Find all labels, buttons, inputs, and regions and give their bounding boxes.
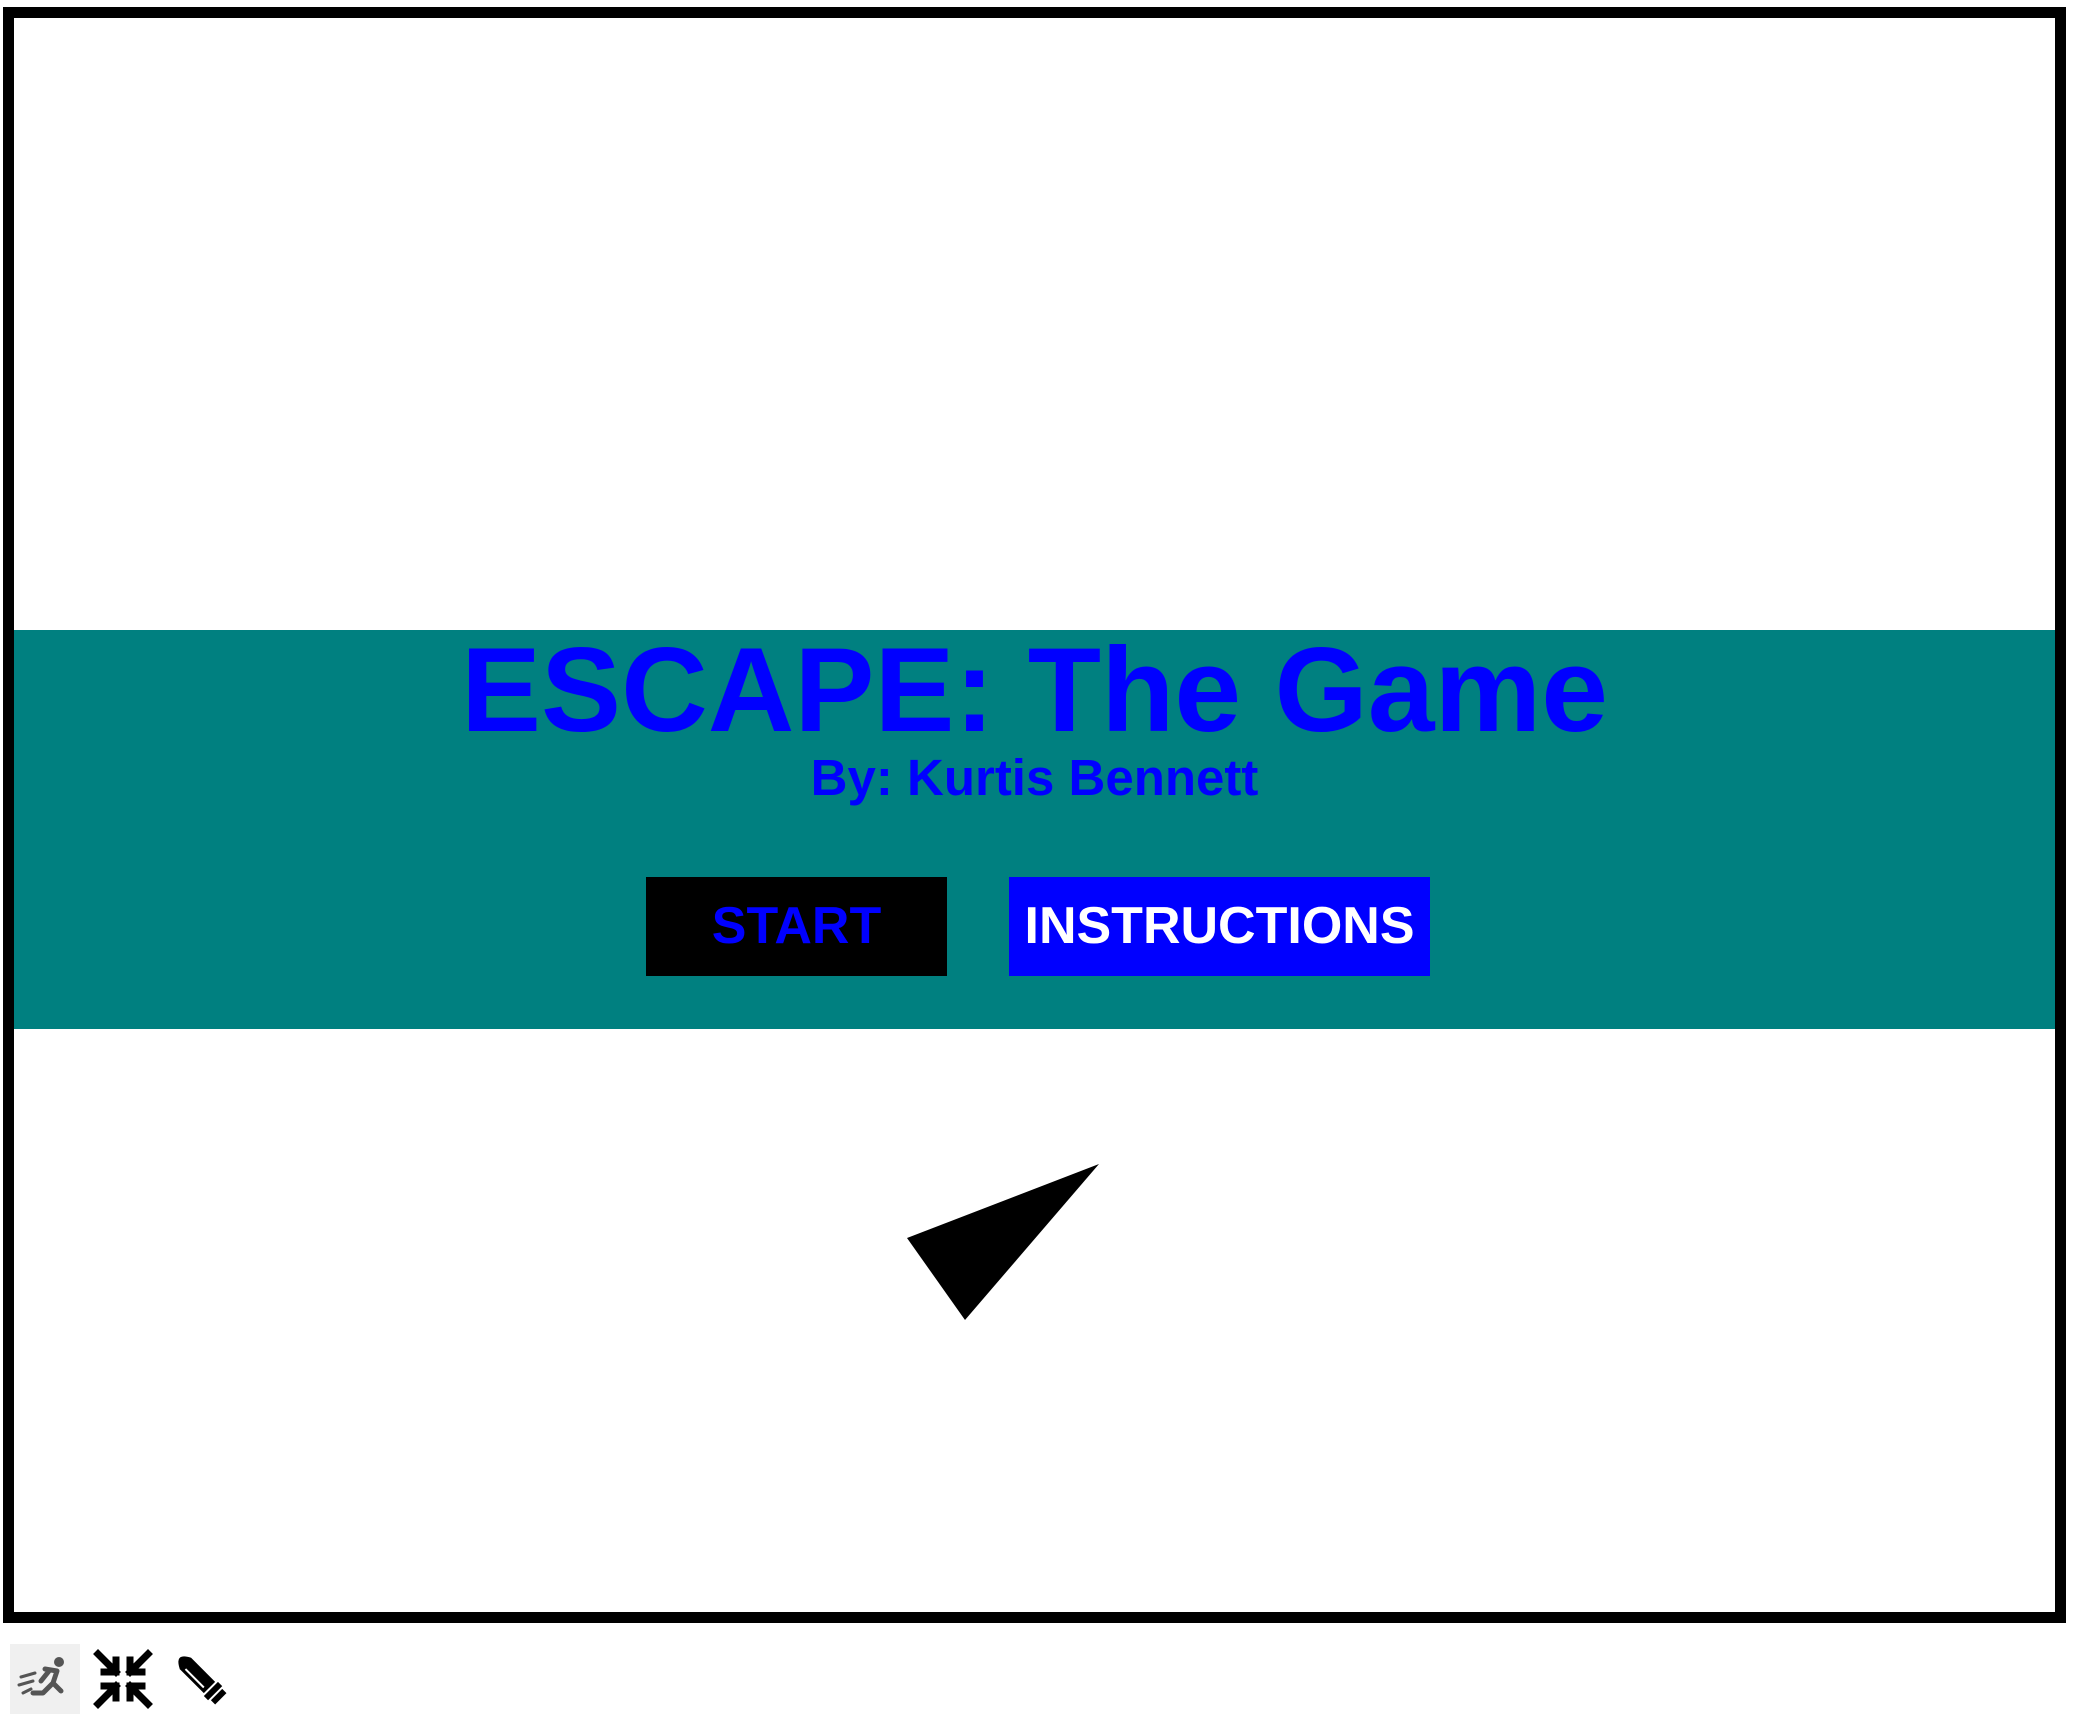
title-banner: ESCAPE: The Game By: Kurtis Bennett STAR…	[14, 630, 2055, 1029]
run-icon[interactable]	[10, 1643, 80, 1714]
player-ship-shape	[907, 1164, 1099, 1320]
bullet-icon[interactable]	[166, 1644, 236, 1714]
game-title: ESCAPE: The Game	[461, 623, 1608, 757]
instructions-button[interactable]: INSTRUCTIONS	[1009, 877, 1430, 976]
game-author: By: Kurtis Bennett	[810, 749, 1259, 806]
start-button[interactable]: START	[646, 877, 947, 976]
game-canvas[interactable]: ESCAPE: The Game By: Kurtis Bennett STAR…	[3, 7, 2066, 1623]
bottom-toolbar	[0, 1636, 236, 1721]
collapse-icon[interactable]	[88, 1644, 158, 1714]
